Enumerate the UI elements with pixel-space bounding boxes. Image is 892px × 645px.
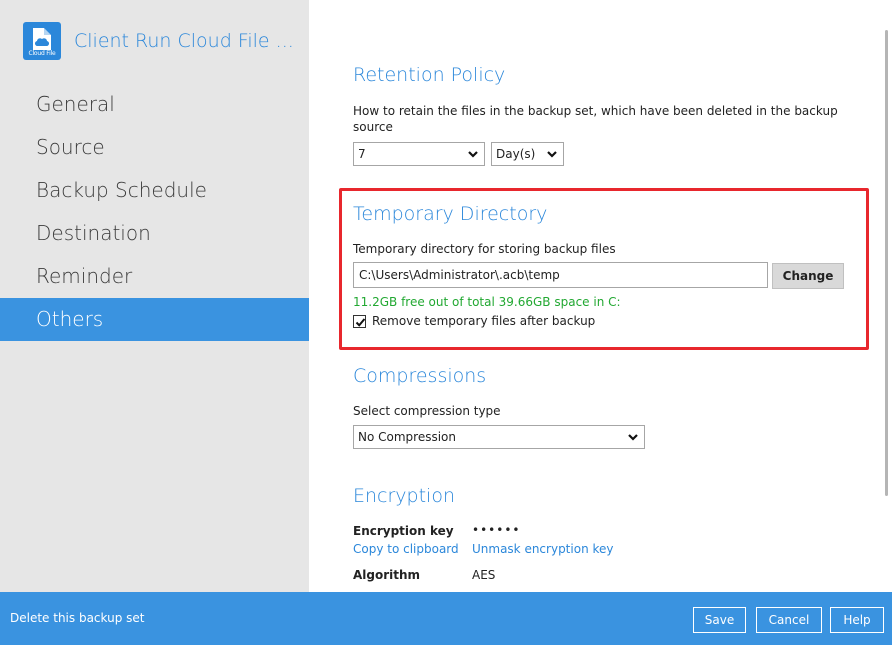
compression-type-select[interactable]: No Compression — [353, 425, 645, 449]
unmask-encryption-key-link[interactable]: Unmask encryption key — [472, 542, 614, 556]
retention-value-select[interactable]: 7 — [353, 142, 485, 166]
scrollbar[interactable] — [885, 30, 888, 496]
remove-temp-files-option[interactable]: Remove temporary files after backup — [353, 314, 595, 328]
sidebar-item-destination[interactable]: Destination — [0, 212, 309, 255]
copy-to-clipboard-link[interactable]: Copy to clipboard — [353, 542, 459, 556]
encryption-title: Encryption — [353, 485, 456, 507]
cancel-button[interactable]: Cancel — [756, 607, 822, 633]
help-button[interactable]: Help — [830, 607, 884, 633]
main-panel: Retention Policy How to retain the files… — [309, 0, 892, 592]
app-window: Cloud File Client Run Cloud File ... Gen… — [0, 0, 892, 645]
chevron-down-icon — [628, 434, 638, 441]
compression-selected: No Compression — [358, 430, 456, 444]
sidebar-item-general[interactable]: General — [0, 83, 309, 126]
sidebar-item-source[interactable]: Source — [0, 126, 309, 169]
sidebar: Cloud File Client Run Cloud File ... Gen… — [0, 0, 309, 592]
logo-text: Cloud File — [28, 50, 56, 57]
algorithm-label: Algorithm — [353, 568, 421, 582]
footer-bar: Delete this backup set Save Cancel Help — [0, 592, 892, 645]
algorithm-value: AES — [472, 568, 496, 582]
delete-backup-set-link[interactable]: Delete this backup set — [10, 592, 144, 645]
retention-unit-select[interactable]: Day(s) — [491, 142, 564, 166]
change-button[interactable]: Change — [772, 263, 844, 289]
save-button[interactable]: Save — [693, 607, 746, 633]
retention-policy-title: Retention Policy — [353, 64, 506, 86]
sidebar-item-others[interactable]: Others — [0, 298, 309, 341]
chevron-down-icon — [547, 151, 557, 158]
retention-description: How to retain the files in the backup se… — [353, 104, 838, 134]
temporary-directory-input[interactable]: C:\Users\Administrator\.acb\temp — [353, 262, 768, 288]
remove-temp-files-label: Remove temporary files after backup — [372, 314, 596, 328]
temporary-directory-title: Temporary Directory — [353, 203, 548, 225]
app-header: Cloud File Client Run Cloud File ... — [23, 22, 294, 60]
sidebar-item-backup-schedule[interactable]: Backup Schedule — [0, 169, 309, 212]
compression-type-label: Select compression type — [353, 404, 501, 418]
temporary-directory-label: Temporary directory for storing backup f… — [353, 242, 616, 256]
encryption-key-value: •••••• — [472, 523, 521, 537]
sidebar-item-reminder[interactable]: Reminder — [0, 255, 309, 298]
retention-value: 7 — [358, 147, 366, 161]
cloud-file-logo-icon: Cloud File — [23, 22, 61, 60]
disk-space-info: 11.2GB free out of total 39.66GB space i… — [353, 295, 621, 309]
remove-temp-files-checkbox[interactable] — [353, 314, 366, 328]
compressions-title: Compressions — [353, 365, 487, 387]
encryption-key-label: Encryption key — [353, 524, 454, 538]
chevron-down-icon — [468, 151, 478, 158]
sidebar-nav: General Source Backup Schedule Destinati… — [0, 83, 309, 341]
retention-unit: Day(s) — [496, 147, 536, 161]
app-title: Client Run Cloud File ... — [74, 30, 294, 52]
